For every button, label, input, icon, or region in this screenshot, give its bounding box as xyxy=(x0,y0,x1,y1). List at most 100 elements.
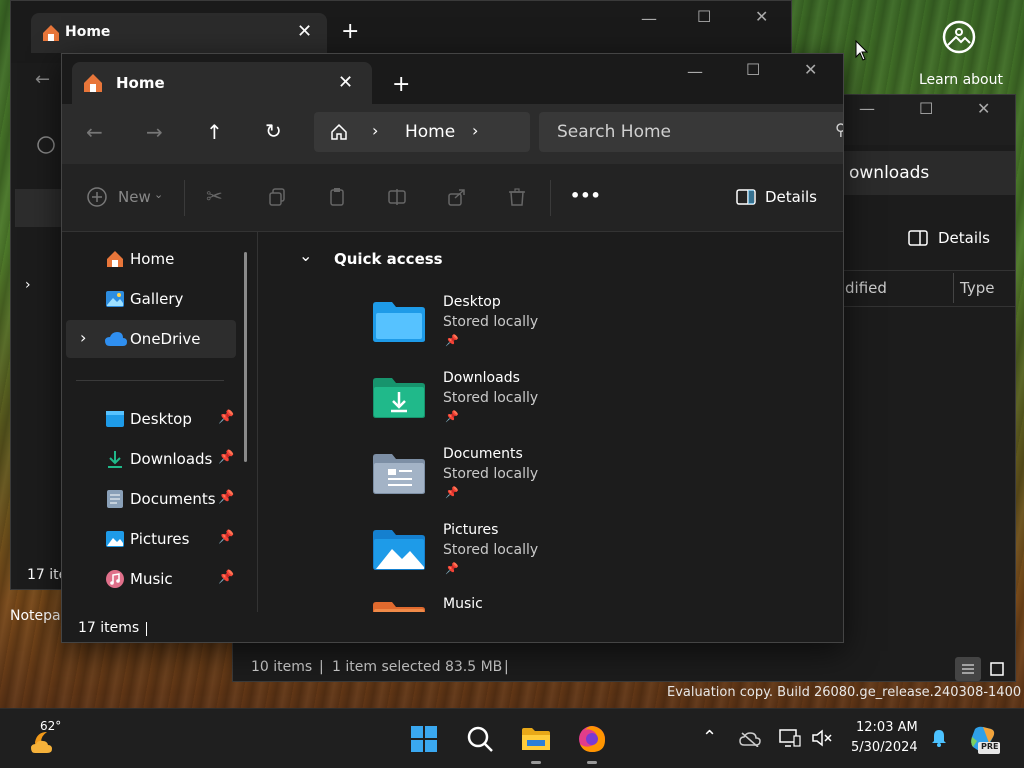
sidebar-item-onedrive[interactable]: › OneDrive xyxy=(66,320,236,358)
minimize-icon[interactable]: — xyxy=(859,99,875,118)
minimize-icon[interactable]: — xyxy=(641,9,657,28)
back-arrow-icon[interactable]: ← xyxy=(35,69,50,90)
chevron-right-icon[interactable]: › xyxy=(472,121,478,140)
chevron-right-icon[interactable]: › xyxy=(25,277,31,293)
list-item[interactable]: Pictures Stored locally 📌 xyxy=(359,512,679,582)
details-button[interactable]: Details xyxy=(938,229,990,247)
pin-icon[interactable]: 📌 xyxy=(218,450,234,465)
breadcrumb-home[interactable]: Home xyxy=(405,122,455,142)
download-icon xyxy=(104,448,126,470)
sidebar-item-home[interactable]: Home xyxy=(66,240,236,278)
search-icon[interactable] xyxy=(464,723,496,755)
downloads-folder-icon xyxy=(371,374,427,420)
file-explorer-icon[interactable] xyxy=(520,723,552,755)
network-icon[interactable] xyxy=(778,727,802,749)
pin-icon[interactable]: 📌 xyxy=(218,530,234,545)
status-separator: | xyxy=(319,659,324,675)
volume-muted-icon[interactable] xyxy=(810,727,834,749)
maximize-icon[interactable]: ☐ xyxy=(697,7,711,26)
learn-about-label[interactable]: Learn about xyxy=(919,72,1003,88)
tab-close-icon[interactable]: ✕ xyxy=(338,72,353,93)
folder-name: Documents xyxy=(443,446,523,462)
sidebar-scrollbar[interactable] xyxy=(244,252,247,462)
explorer-window[interactable]: Home ✕ + — ☐ ✕ ← → ↑ ↻ › Home › Search H… xyxy=(61,53,844,643)
details-pane-icon[interactable] xyxy=(908,229,928,247)
back-arrow-icon[interactable]: ← xyxy=(86,120,103,144)
weather-temperature[interactable]: 62° xyxy=(40,719,61,733)
folder-status: Stored locally xyxy=(443,314,539,330)
details-pane-icon[interactable] xyxy=(735,188,757,206)
more-options-button[interactable]: ••• xyxy=(570,186,601,205)
onedrive-offline-icon[interactable] xyxy=(738,729,762,749)
tab-close-icon[interactable]: ✕ xyxy=(297,21,312,42)
search-box[interactable]: Search Home ⚲ xyxy=(539,112,843,152)
paste-icon[interactable] xyxy=(326,186,348,208)
copy-icon[interactable] xyxy=(266,186,288,208)
notepad-desktop-label[interactable]: Notepa xyxy=(10,608,61,624)
learn-about-picture-icon[interactable] xyxy=(940,18,978,56)
sidebar-item-desktop[interactable]: Desktop 📌 xyxy=(66,400,236,438)
column-date-modified[interactable]: dified xyxy=(845,279,887,297)
list-item[interactable]: Documents Stored locally 📌 xyxy=(359,436,679,506)
sidebar-item-label: Downloads xyxy=(130,450,213,468)
new-plus-icon[interactable] xyxy=(86,186,108,208)
chevron-down-icon[interactable]: ⌄ xyxy=(299,246,312,265)
close-window-icon[interactable]: ✕ xyxy=(977,99,990,118)
column-type[interactable]: Type xyxy=(960,279,994,297)
refresh-icon[interactable]: ↻ xyxy=(265,119,282,143)
sidebar-item-label: Home xyxy=(130,250,175,268)
list-item[interactable]: Music xyxy=(359,588,679,612)
up-arrow-icon[interactable]: ↑ xyxy=(206,120,223,144)
music-icon xyxy=(104,568,126,590)
maximize-icon[interactable]: ☐ xyxy=(746,60,760,79)
clock-date[interactable]: 5/30/2024 xyxy=(851,740,918,755)
clock-time[interactable]: 12:03 AM xyxy=(856,720,918,735)
details-button[interactable]: Details xyxy=(765,188,817,206)
search-input[interactable]: Search Home xyxy=(557,122,671,142)
maximize-icon[interactable]: ☐ xyxy=(919,99,933,118)
tab-title: Home xyxy=(65,24,111,40)
sidebar-item-pictures[interactable]: Pictures 📌 xyxy=(66,520,236,558)
sidebar-item-documents[interactable]: Documents 📌 xyxy=(66,480,236,518)
new-button[interactable]: New xyxy=(118,188,151,206)
chevron-right-icon[interactable]: › xyxy=(80,328,86,347)
pin-icon[interactable]: 📌 xyxy=(218,570,234,585)
close-window-icon[interactable]: ✕ xyxy=(804,60,817,79)
minimize-icon[interactable]: — xyxy=(687,62,703,81)
taskbar: 62° ⌃ 12:03 AM 5/30/2024 PRE xyxy=(0,708,1024,768)
new-tab-icon[interactable]: + xyxy=(392,72,410,97)
add-icon[interactable] xyxy=(36,135,56,155)
list-item[interactable]: Downloads Stored locally 📌 xyxy=(359,360,679,430)
quick-access-header[interactable]: Quick access xyxy=(334,250,443,268)
share-icon[interactable] xyxy=(446,186,468,208)
firefox-icon[interactable] xyxy=(576,723,608,755)
close-window-icon[interactable]: ✕ xyxy=(755,7,768,26)
pin-icon[interactable]: 📌 xyxy=(218,410,234,425)
rename-icon[interactable] xyxy=(386,186,408,208)
home-outline-icon[interactable] xyxy=(328,122,350,142)
cut-icon[interactable]: ✂ xyxy=(206,184,223,208)
sidebar-item-downloads[interactable]: Downloads 📌 xyxy=(66,440,236,478)
forward-arrow-icon[interactable]: → xyxy=(146,120,163,144)
chevron-up-icon[interactable]: ⌃ xyxy=(702,727,717,748)
search-icon[interactable]: ⚲ xyxy=(835,120,843,139)
new-tab-icon[interactable]: + xyxy=(341,19,359,44)
tiles-view-icon[interactable] xyxy=(985,657,1009,681)
pin-icon: 📌 xyxy=(445,410,459,423)
sidebar-item-music[interactable]: Music 📌 xyxy=(66,560,236,598)
notification-bell-icon[interactable] xyxy=(928,727,950,749)
toolbar-divider xyxy=(184,180,185,216)
tab-home[interactable]: Home ✕ xyxy=(72,62,372,104)
details-view-icon[interactable] xyxy=(955,657,981,681)
delete-icon[interactable] xyxy=(506,186,528,208)
onedrive-cloud-icon xyxy=(104,330,128,348)
pin-icon[interactable]: 📌 xyxy=(218,490,234,505)
address-bar[interactable]: › Home › xyxy=(314,112,530,152)
sidebar-item-gallery[interactable]: Gallery xyxy=(66,280,236,318)
tab-home[interactable]: Home ✕ xyxy=(31,13,327,53)
chevron-down-icon[interactable]: ⌄ xyxy=(154,188,163,201)
list-item[interactable]: Desktop Stored locally 📌 xyxy=(359,284,679,354)
sidebar-item-selected xyxy=(15,189,61,227)
chevron-right-icon[interactable]: › xyxy=(372,121,378,140)
windows-start-icon[interactable] xyxy=(408,723,440,755)
